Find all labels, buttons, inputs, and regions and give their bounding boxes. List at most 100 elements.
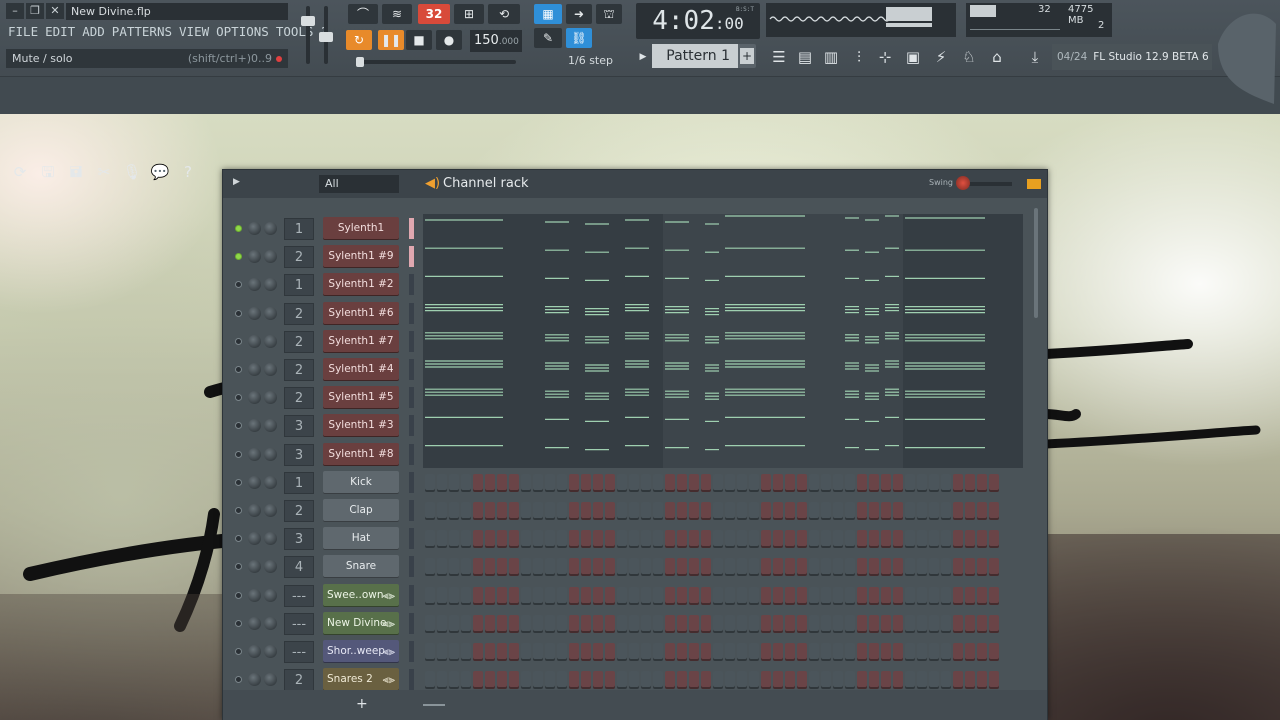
step-button[interactable] xyxy=(773,530,783,549)
step-button[interactable] xyxy=(557,614,567,633)
step-button[interactable] xyxy=(653,671,663,690)
channel-pan-knob[interactable] xyxy=(248,447,261,461)
channel-mute-led[interactable] xyxy=(235,619,242,627)
step-button[interactable] xyxy=(833,558,843,577)
step-button[interactable] xyxy=(509,614,519,633)
step-button[interactable] xyxy=(509,530,519,549)
step-button[interactable] xyxy=(881,643,891,661)
step-button[interactable] xyxy=(725,671,735,690)
step-button[interactable] xyxy=(845,530,855,549)
step-button[interactable] xyxy=(521,643,531,661)
step-button[interactable] xyxy=(689,502,699,520)
record-icon[interactable]: ● xyxy=(436,30,462,50)
song-position-slider[interactable] xyxy=(356,57,516,67)
step-button[interactable] xyxy=(989,558,999,577)
channel-mute-led[interactable] xyxy=(235,535,242,543)
step-button[interactable] xyxy=(905,530,915,549)
time-display[interactable]: 4:02:00 B:S:T xyxy=(636,3,760,39)
channel-button[interactable]: Sylenth1 #8 xyxy=(323,442,399,466)
step-button[interactable] xyxy=(989,614,999,633)
step-button[interactable] xyxy=(737,614,747,633)
step-button[interactable] xyxy=(461,473,471,492)
step-button[interactable] xyxy=(437,530,447,549)
step-button[interactable] xyxy=(941,614,951,633)
step-button[interactable] xyxy=(425,586,435,605)
step-button[interactable] xyxy=(605,530,615,549)
step-button[interactable] xyxy=(869,614,879,633)
menu-edit[interactable]: EDIT xyxy=(45,24,75,39)
step-button[interactable] xyxy=(965,502,975,520)
step-button[interactable] xyxy=(977,558,987,577)
step-button[interactable] xyxy=(449,502,459,520)
step-button[interactable] xyxy=(557,586,567,605)
step-button[interactable] xyxy=(809,671,819,690)
step-button[interactable] xyxy=(869,586,879,605)
channel-button[interactable]: Clap xyxy=(323,499,399,522)
step-button[interactable] xyxy=(713,643,723,661)
step-button[interactable] xyxy=(797,643,807,661)
mixer-track-number[interactable]: 2 xyxy=(284,387,314,410)
channel-button[interactable]: Sylenth1 #2 xyxy=(323,273,399,297)
step-button[interactable] xyxy=(977,502,987,520)
step-button[interactable] xyxy=(965,530,975,549)
step-button[interactable] xyxy=(485,502,495,520)
step-button[interactable] xyxy=(917,643,927,661)
step-button[interactable] xyxy=(869,473,879,492)
step-button[interactable] xyxy=(941,586,951,605)
help-icon[interactable]: ? xyxy=(174,157,202,187)
step-button[interactable] xyxy=(929,530,939,549)
step-button[interactable] xyxy=(917,473,927,492)
undo-icon[interactable]: ⟳ xyxy=(6,157,34,187)
step-button[interactable] xyxy=(809,473,819,492)
step-button[interactable] xyxy=(425,502,435,520)
step-button[interactable] xyxy=(761,586,771,605)
step-button[interactable] xyxy=(797,502,807,520)
step-button[interactable] xyxy=(929,473,939,492)
mixer-track-number[interactable]: 1 xyxy=(284,471,314,494)
playlist-icon[interactable]: ☰ xyxy=(768,44,790,70)
add-channel-button[interactable]: + xyxy=(356,696,368,712)
step-button[interactable] xyxy=(797,530,807,549)
step-button[interactable] xyxy=(581,502,591,520)
channel-select-indicator[interactable] xyxy=(409,302,414,324)
step-button[interactable] xyxy=(569,530,579,549)
step-button[interactable] xyxy=(725,530,735,549)
step-button[interactable] xyxy=(473,671,483,690)
step-button[interactable] xyxy=(881,671,891,690)
mixer-track-number[interactable]: 2 xyxy=(284,302,314,325)
step-button[interactable] xyxy=(449,643,459,661)
step-button[interactable] xyxy=(785,671,795,690)
step-button[interactable] xyxy=(797,614,807,633)
step-button[interactable] xyxy=(797,473,807,492)
step-button[interactable] xyxy=(461,558,471,577)
channel-select-indicator[interactable] xyxy=(409,528,414,550)
channel-button[interactable]: Sylenth1 #6 xyxy=(323,301,399,325)
channel-select-indicator[interactable] xyxy=(409,641,414,662)
channel-pan-knob[interactable] xyxy=(248,250,261,264)
step-button[interactable] xyxy=(509,558,519,577)
step-button[interactable] xyxy=(869,502,879,520)
step-button[interactable] xyxy=(905,558,915,577)
step-button[interactable] xyxy=(989,586,999,605)
channel-mute-led[interactable] xyxy=(235,676,242,684)
step-button[interactable] xyxy=(485,586,495,605)
step-button[interactable] xyxy=(953,586,963,605)
step-button[interactable] xyxy=(917,586,927,605)
step-button[interactable] xyxy=(785,502,795,520)
step-button[interactable] xyxy=(713,530,723,549)
step-button[interactable] xyxy=(497,502,507,520)
step-button[interactable] xyxy=(593,502,603,520)
step-button[interactable] xyxy=(461,586,471,605)
step-button[interactable] xyxy=(521,473,531,492)
step-button[interactable] xyxy=(701,558,711,577)
step-button[interactable] xyxy=(497,473,507,492)
step-button[interactable] xyxy=(461,530,471,549)
step-button[interactable] xyxy=(497,643,507,661)
step-button[interactable] xyxy=(965,473,975,492)
vertical-scrollbar[interactable] xyxy=(1034,208,1038,318)
step-button[interactable] xyxy=(713,586,723,605)
step-button[interactable] xyxy=(833,530,843,549)
step-button[interactable] xyxy=(701,502,711,520)
step-button[interactable] xyxy=(665,586,675,605)
step-button[interactable] xyxy=(437,614,447,633)
